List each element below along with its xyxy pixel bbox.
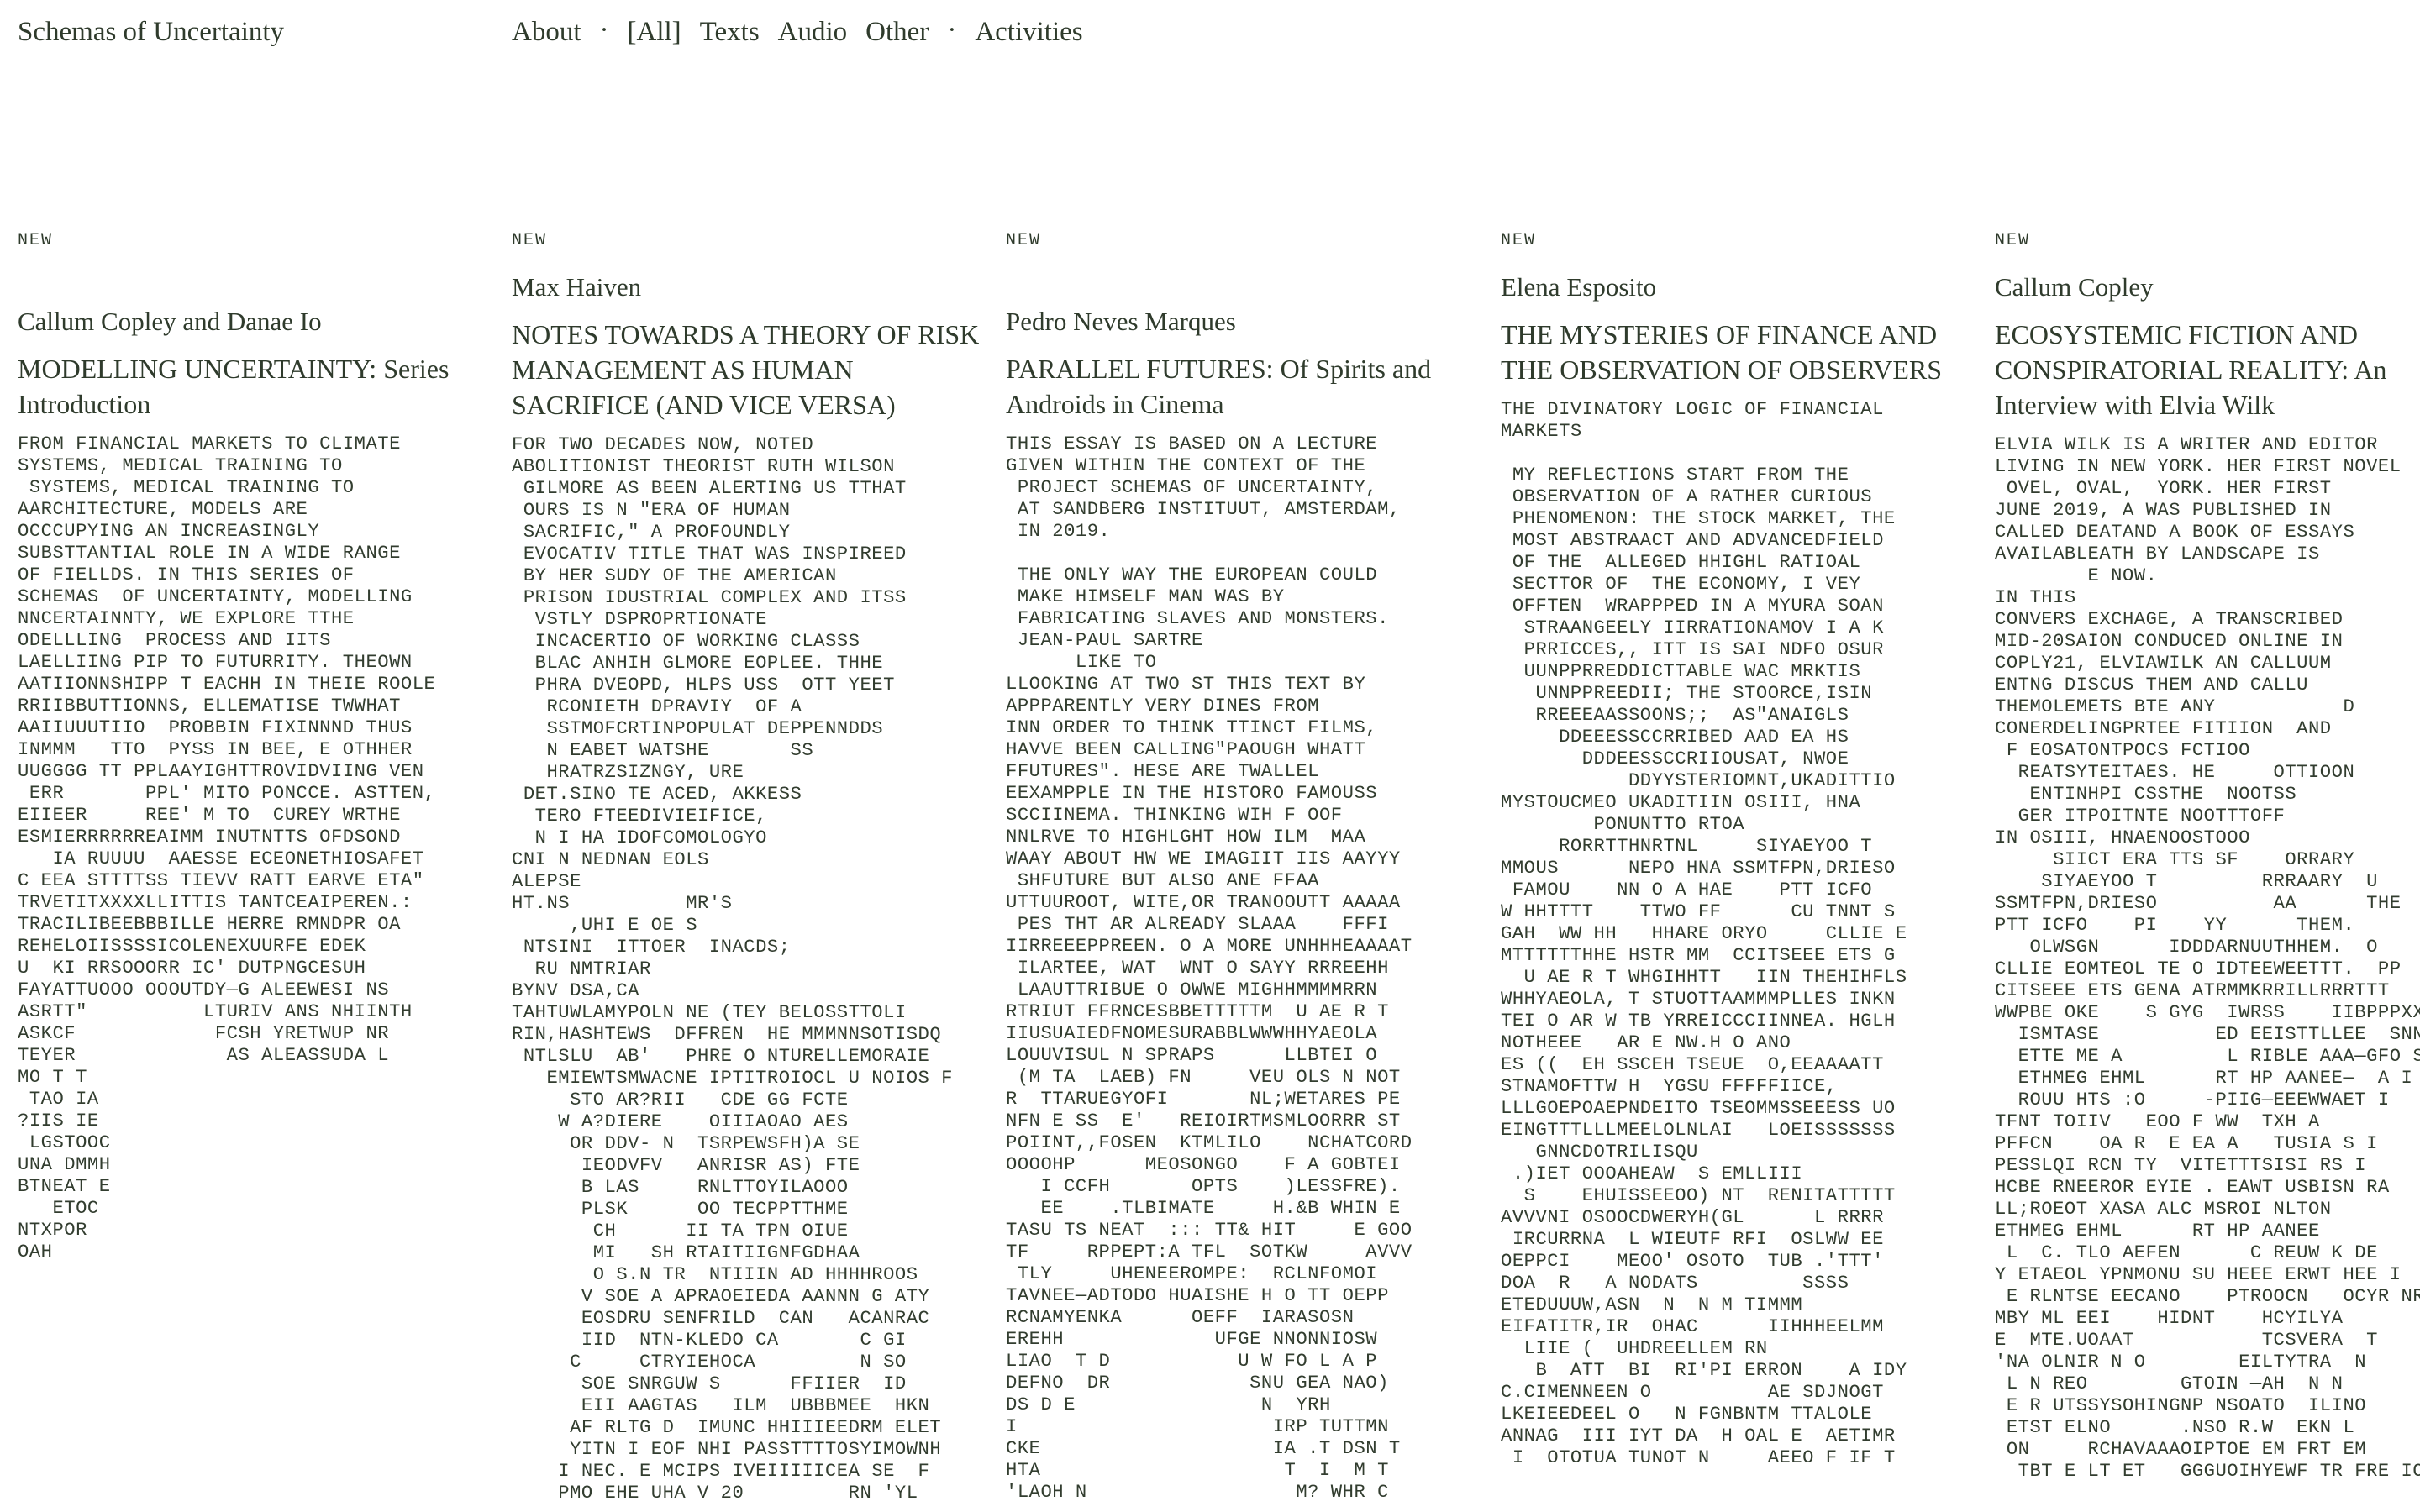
article-card[interactable]: NEW Callum Copley and Danae Io MODELLING… [18,231,505,1512]
article-excerpt: THIS ESSAY IS BASED ON A LECTURE GIVEN W… [1006,433,1413,1503]
new-badge: NEW [1995,231,2031,250]
article-author: Callum Copley and Danae Io [18,307,322,336]
article-card[interactable]: NEW Elena Esposito THE MYSTERIES OF FINA… [1501,231,1988,1512]
new-badge: NEW [1501,231,1537,250]
article-author: Pedro Neves Marques [1006,307,1236,336]
article-card[interactable]: NEW Callum Copley ECOSYSTEMIC FICTION AN… [1995,231,2420,1512]
article-excerpt: FOR TWO DECADES NOW, NOTED ABOLITIONIST … [512,434,953,1504]
article-title[interactable]: NOTES TOWARDS A THEORY OF RISK MANAGEMEN… [512,317,982,423]
article-author: Callum Copley [1995,272,2154,302]
article-excerpt: ELVIA WILK IS A WRITER AND EDITOR LIVING… [1995,434,2420,1482]
article-author: Max Haiven [512,272,642,302]
new-badge: NEW [1006,231,1042,250]
new-badge: NEW [512,231,548,250]
article-grid: NEW Callum Copley and Danae Io MODELLING… [0,0,2420,1512]
article-card[interactable]: NEW Pedro Neves Marques PARALLEL FUTURES… [1006,231,1493,1512]
article-card[interactable]: NEW Max Haiven NOTES TOWARDS A THEORY OF… [512,231,999,1512]
article-excerpt: FROM FINANCIAL MARKETS TO CLIMATE SYSTEM… [18,433,436,1263]
article-title[interactable]: ECOSYSTEMIC FICTION AND CONSPIRATORIAL R… [1995,317,2420,423]
article-title[interactable]: THE MYSTERIES OF FINANCE AND THE OBSERVA… [1501,317,1971,387]
article-title[interactable]: MODELLING UNCERTAINTY: Series Introducti… [18,351,488,422]
new-badge: NEW [18,231,54,250]
article-excerpt: THE DIVINATORY LOGIC OF FINANCIAL MARKET… [1501,399,1907,1468]
article-title[interactable]: PARALLEL FUTURES: Of Spirits and Android… [1006,351,1476,422]
article-author: Elena Esposito [1501,272,1657,302]
